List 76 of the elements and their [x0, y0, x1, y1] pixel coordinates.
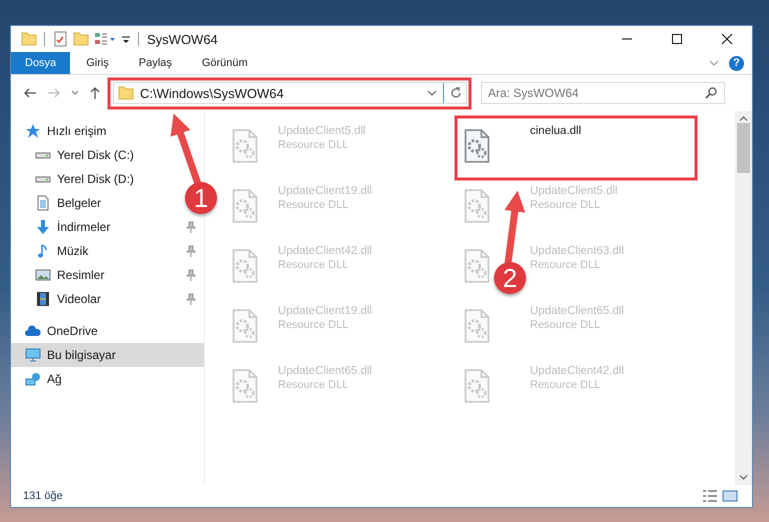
help-button[interactable]: ?	[729, 56, 744, 70]
forward-arrow-icon[interactable]	[47, 87, 61, 99]
file-gear-icon[interactable]	[462, 188, 492, 224]
sidebar-item[interactable]: Videolar	[11, 287, 204, 311]
up-arrow-icon[interactable]	[89, 86, 101, 100]
sidebar-item[interactable]: Müzik	[11, 239, 204, 263]
file-gear-icon[interactable]	[462, 368, 492, 404]
sidebar-item[interactable]: Yerel Disk (D:)	[11, 167, 140, 191]
large-icons-view-icon[interactable]	[722, 489, 738, 503]
file-name[interactable]: cinelua.dll	[530, 125, 582, 137]
scrollbar[interactable]	[735, 111, 752, 485]
file-gear-icon[interactable]	[230, 188, 260, 224]
scroll-down-icon[interactable]	[739, 475, 748, 480]
file-type: Resource DLL	[530, 319, 602, 331]
folder-icon[interactable]	[21, 31, 37, 47]
address-bar[interactable]: C:\Windows\SysWOW64	[113, 82, 467, 104]
back-arrow-icon[interactable]	[23, 87, 37, 99]
file-type: Resource DLL	[530, 199, 602, 211]
sidebar-item[interactable]: Resimler	[11, 263, 204, 287]
maximize-icon[interactable]	[671, 33, 683, 45]
cloud-icon	[25, 323, 41, 339]
recent-caret-icon[interactable]	[71, 90, 79, 96]
expand-ribbon-icon[interactable]	[709, 59, 719, 67]
network-icon	[25, 371, 41, 387]
file-type: Resource DLL	[278, 379, 350, 391]
pin-icon[interactable]	[186, 269, 196, 281]
search-field[interactable]: Ara: SysWOW64	[481, 82, 725, 104]
file-type: Resource DLL	[278, 259, 350, 271]
picture-icon	[35, 267, 51, 283]
drive-icon	[35, 176, 51, 182]
pin-icon[interactable]	[186, 293, 196, 305]
new-folder-icon[interactable]	[73, 31, 89, 47]
down-arrow-icon	[35, 219, 51, 235]
sidebar-item[interactable]: Yerel Disk (C:)	[11, 143, 140, 167]
details-view-icon[interactable]	[702, 489, 718, 503]
pin-icon[interactable]	[186, 245, 196, 257]
dropdown-caret-icon[interactable]	[427, 90, 437, 96]
ribbon-tab[interactable]: Görünüm	[186, 52, 262, 74]
sidebar-item[interactable]: Hızlı erişim	[11, 119, 112, 143]
ribbon-tab[interactable]: Dosya	[11, 52, 70, 74]
file-gear-icon[interactable]	[462, 308, 492, 344]
view-dropdown-icon[interactable]	[94, 31, 116, 47]
file-type: Resource DLL	[530, 259, 602, 271]
drive-icon	[35, 152, 51, 158]
refresh-icon[interactable]	[450, 87, 462, 99]
file-gear-icon[interactable]	[230, 308, 260, 344]
scroll-up-icon[interactable]	[739, 116, 748, 121]
file-gear-icon[interactable]	[462, 128, 492, 164]
monitor-icon	[25, 347, 41, 363]
file-type: Resource DLL	[278, 319, 350, 331]
window-title: SysWOW64	[147, 32, 218, 46]
folder-icon	[118, 85, 134, 101]
file-gear-icon[interactable]	[230, 368, 260, 404]
sidebar-item[interactable]: Ağ	[11, 367, 68, 391]
ribbon-tab[interactable]: Paylaş	[122, 52, 186, 74]
star-icon	[25, 123, 41, 139]
file-type: Resource DLL	[530, 379, 602, 391]
search-icon[interactable]	[705, 87, 717, 99]
address-path: C:\Windows\SysWOW64	[140, 86, 284, 100]
sidebar-item[interactable]: Bu bilgisayar	[11, 343, 204, 367]
sidebar-item[interactable]: OneDrive	[11, 319, 104, 343]
pin-icon[interactable]	[186, 221, 196, 233]
file-type: Resource DLL	[278, 199, 350, 211]
sidebar-item[interactable]: Belgeler	[11, 191, 108, 215]
close-icon[interactable]	[721, 33, 733, 45]
file-gear-icon[interactable]	[230, 128, 260, 164]
sidebar-item[interactable]: İndirmeler	[11, 215, 204, 239]
file-gear-icon[interactable]	[462, 248, 492, 284]
scrollbar-thumb[interactable]	[737, 123, 750, 173]
ribbon-tab[interactable]: Giriş	[70, 52, 123, 74]
file-type: Resource DLL	[278, 139, 350, 151]
document-icon	[35, 195, 51, 211]
properties-icon[interactable]	[52, 31, 68, 47]
item-count: 131 öğe	[23, 490, 63, 502]
file-gear-icon[interactable]	[230, 248, 260, 284]
film-icon	[35, 291, 51, 307]
